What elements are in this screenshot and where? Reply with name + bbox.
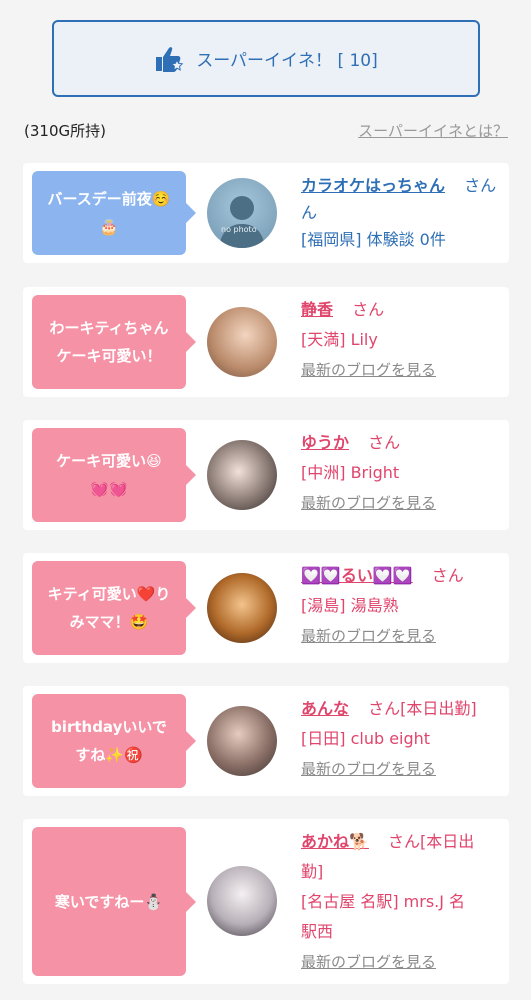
like-card: ケーキ可愛い😆 💓💓 ゆうか さん [中洲] Bright 最新のブログを見る: [23, 420, 509, 530]
message-bubble: バースデー前夜☺️ 🎂: [32, 171, 196, 255]
like-card: birthdayいいで すね✨㊗️ あんな さん[本日出勤] [日田] club…: [23, 686, 509, 796]
user-name-link[interactable]: ゆうか: [301, 433, 349, 452]
no-photo-icon: no photo: [219, 196, 265, 248]
message-bubble: ケーキ可愛い😆 💓💓: [32, 428, 196, 522]
user-name-link[interactable]: あんな: [301, 699, 349, 718]
card-info: あんな さん[本日出勤] [日田] club eight 最新のブログを見る: [301, 694, 497, 784]
latest-blog-link[interactable]: 最新のブログを見る: [301, 361, 436, 379]
latest-blog-link[interactable]: 最新のブログを見る: [301, 627, 436, 645]
message-text: キティ可愛い❤️り: [47, 585, 171, 603]
points-balance: (310G所持): [24, 121, 106, 140]
honorific: さん: [431, 566, 464, 585]
message-bubble: 寒いですねー⛄: [32, 827, 196, 976]
avatar[interactable]: [207, 573, 277, 643]
message-text-line2: ケーキ可愛い！: [56, 347, 162, 365]
user-detail: [天満] Lily: [301, 330, 378, 349]
latest-blog-link[interactable]: 最新のブログを見る: [301, 953, 436, 971]
honorific: さん: [352, 300, 385, 319]
super-like-label: スーパーイイネ！ [ 10]: [196, 51, 378, 71]
message-text-line2: 🎂: [99, 218, 119, 236]
like-card: キティ可愛い❤️り みママ！🤩 💟💟るい💟💟 さん [湯島] 湯島熟 最新のブロ…: [23, 553, 509, 663]
message-text: わーキティちゃん: [49, 319, 169, 337]
what-is-super-like-link[interactable]: スーパーイイネとは？: [358, 120, 508, 141]
message-bubble: わーキティちゃん ケーキ可愛い！: [32, 295, 196, 389]
message-bubble: キティ可愛い❤️り みママ！🤩: [32, 561, 196, 655]
card-info: カラオケはっちゃん さん ん [福岡県] 体験談 0件: [301, 171, 497, 255]
message-text: ケーキ可愛い😆: [56, 452, 162, 470]
message-text-line2: すね✨㊗️: [75, 746, 143, 764]
like-card: わーキティちゃん ケーキ可愛い！ 静香 さん [天満] Lily 最新のブログを…: [23, 287, 509, 397]
user-detail: [名古屋 名駅] mrs.J 名: [301, 892, 466, 911]
card-info: ゆうか さん [中洲] Bright 最新のブログを見る: [301, 428, 497, 518]
avatar[interactable]: [207, 866, 277, 936]
card-info: あかね🐕 さん[本日出 勤] [名古屋 名駅] mrs.J 名 駅西 最新のブロ…: [301, 827, 497, 977]
avatar[interactable]: [207, 440, 277, 510]
avatar[interactable]: no photo: [207, 178, 277, 248]
latest-blog-link[interactable]: 最新のブログを見る: [301, 760, 436, 778]
honorific-wrap: 勤]: [301, 862, 324, 881]
message-text: birthdayいいで: [51, 718, 167, 736]
latest-blog-link[interactable]: 最新のブログを見る: [301, 494, 436, 512]
user-detail: [福岡県] 体験談 0件: [301, 230, 446, 249]
user-name-link[interactable]: カラオケはっちゃん: [301, 176, 445, 195]
like-card: バースデー前夜☺️ 🎂 no photo カラオケはっちゃん さん ん [福岡県…: [23, 163, 509, 263]
message-bubble: birthdayいいで すね✨㊗️: [32, 694, 196, 788]
user-detail: [日田] club eight: [301, 729, 431, 748]
user-detail-wrap: 駅西: [301, 922, 334, 941]
message-text: バースデー前夜☺️: [47, 190, 171, 208]
info-row: (310G所持) スーパーイイネとは？: [24, 118, 508, 142]
user-name-link[interactable]: あかね🐕: [301, 832, 369, 851]
message-text-line2: 💓💓: [90, 480, 128, 498]
message-text-line2: みママ！🤩: [69, 613, 149, 631]
honorific: さん: [368, 433, 401, 452]
user-detail: [湯島] 湯島熟: [301, 596, 399, 615]
honorific: さん[本日出: [388, 832, 475, 851]
user-name-link[interactable]: 💟💟るい💟💟: [301, 566, 413, 585]
honorific: さん: [464, 176, 497, 195]
card-info: 💟💟るい💟💟 さん [湯島] 湯島熟 最新のブログを見る: [301, 561, 497, 651]
avatar[interactable]: [207, 307, 277, 377]
card-info: 静香 さん [天満] Lily 最新のブログを見る: [301, 295, 497, 385]
honorific-wrap: ん: [301, 203, 318, 222]
user-name-link[interactable]: 静香: [301, 300, 333, 319]
user-detail: [中洲] Bright: [301, 463, 400, 482]
message-text: 寒いですねー⛄: [54, 892, 164, 911]
avatar[interactable]: [207, 706, 277, 776]
like-card: 寒いですねー⛄ あかね🐕 さん[本日出 勤] [名古屋 名駅] mrs.J 名 …: [23, 819, 509, 984]
honorific: さん[本日出勤]: [368, 699, 477, 718]
super-like-button[interactable]: スーパーイイネ！ [ 10]: [52, 20, 480, 97]
thumbs-up-star-icon: [156, 46, 184, 72]
svg-text:no photo: no photo: [221, 225, 257, 234]
